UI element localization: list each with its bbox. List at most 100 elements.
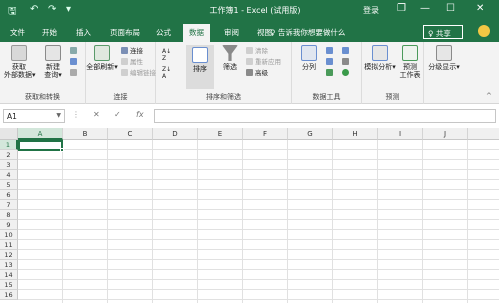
filter-button[interactable]: 筛选 <box>218 45 242 71</box>
get-external-data-button[interactable]: 获取 外部数据▾ <box>4 45 36 79</box>
column-header-h[interactable]: H <box>333 128 378 140</box>
formula-bar: A1 ▼ ⋮ ✕ ✓ fx <box>0 106 499 126</box>
formula-bar-divider: ⋮ <box>72 110 80 119</box>
sort-button[interactable]: 排序 <box>186 45 214 89</box>
maximize-icon[interactable]: ☐ <box>446 3 455 14</box>
row-header-4[interactable]: 4 <box>0 170 18 180</box>
row-header-15[interactable]: 15 <box>0 280 18 290</box>
column-header-e[interactable]: E <box>198 128 243 140</box>
text-to-columns-button[interactable]: 分列 <box>298 45 320 71</box>
data-validation-icon[interactable] <box>326 69 335 78</box>
row-header-9[interactable]: 9 <box>0 220 18 230</box>
recent-sources-icon[interactable] <box>70 69 79 78</box>
feedback-smiley-icon[interactable] <box>478 25 490 37</box>
outline-button[interactable]: 分级显示▾ <box>426 45 462 71</box>
column-header-f[interactable]: F <box>243 128 288 140</box>
row-header-11[interactable]: 11 <box>0 240 18 250</box>
tab-insert[interactable]: 插入 <box>76 27 91 38</box>
row-gridline <box>18 249 499 250</box>
cancel-icon[interactable]: ✕ <box>93 110 100 119</box>
minimize-icon[interactable]: — <box>420 3 430 14</box>
row-header-10[interactable]: 10 <box>0 230 18 240</box>
row-gridline <box>18 289 499 290</box>
row-header-1[interactable]: 1 <box>0 140 18 150</box>
tab-page-layout[interactable]: 页面布局 <box>110 27 140 38</box>
tab-review[interactable]: 审阅 <box>224 27 239 38</box>
column-header-partial[interactable] <box>468 128 499 140</box>
column-header-a[interactable]: A <box>18 128 63 140</box>
fill-handle[interactable] <box>60 148 64 152</box>
row-header-2[interactable]: 2 <box>0 150 18 160</box>
row-header-3[interactable]: 3 <box>0 160 18 170</box>
enter-icon[interactable]: ✓ <box>114 110 121 119</box>
collapse-ribbon-icon[interactable]: ^ <box>486 92 492 101</box>
sort-ascending-icon[interactable]: A↓ Z <box>162 48 171 62</box>
reapply-button[interactable]: 重新应用 <box>246 58 281 67</box>
forecast-sheet-button[interactable]: 预测 工作表 <box>398 45 422 79</box>
column-header-b[interactable]: B <box>63 128 108 140</box>
consolidate-icon[interactable] <box>342 47 351 56</box>
row-gridline <box>18 179 499 180</box>
row-header-7[interactable]: 7 <box>0 200 18 210</box>
active-cell-a1[interactable] <box>18 140 63 151</box>
row-header-13[interactable]: 13 <box>0 260 18 270</box>
redo-icon[interactable]: ↷ <box>48 4 56 15</box>
refresh-icon <box>94 45 110 61</box>
sort-descending-icon[interactable]: Z↓ A <box>162 66 171 80</box>
relationships-icon[interactable] <box>342 58 351 67</box>
column-header-c[interactable]: C <box>108 128 153 140</box>
ribbon-display-icon[interactable]: ❐ <box>397 3 406 14</box>
clear-button[interactable]: 清除 <box>246 47 268 56</box>
tab-home[interactable]: 开始 <box>42 27 57 38</box>
outline-icon <box>436 45 452 61</box>
advanced-button[interactable]: 高级 <box>246 69 268 78</box>
row-gridline <box>18 169 499 170</box>
group-label-connections: 连接 <box>113 93 128 101</box>
flash-fill-icon[interactable] <box>326 47 335 56</box>
row-gridline <box>18 219 499 220</box>
properties-button[interactable]: 属性 <box>121 58 143 67</box>
select-all-corner[interactable] <box>0 128 18 140</box>
insert-function-icon[interactable]: fx <box>136 110 144 119</box>
row-header-5[interactable]: 5 <box>0 180 18 190</box>
worksheet-grid[interactable]: ABCDEFGHIJ 1 2 3 4 5 6 7 8 9 10 11 12 13 14 15 16 <box>0 128 499 303</box>
row-header-8[interactable]: 8 <box>0 210 18 220</box>
tab-data[interactable]: 数据 <box>183 24 210 42</box>
refresh-all-button[interactable]: 全部刷新▾ <box>86 45 118 71</box>
column-header-i[interactable]: I <box>378 128 423 140</box>
customize-qat-icon[interactable]: ▾ <box>66 4 71 15</box>
close-icon[interactable]: ✕ <box>476 3 484 14</box>
tell-me-search[interactable]: ♀ 告诉我你想要做什么 <box>270 27 345 38</box>
row-header-12[interactable]: 12 <box>0 250 18 260</box>
sort-icon <box>192 47 208 63</box>
manage-data-model-icon[interactable] <box>342 69 351 78</box>
share-button[interactable]: ♀ 共享 <box>423 25 463 39</box>
group-outline: 分级显示▾ <box>424 42 484 104</box>
undo-icon[interactable]: ↶ <box>30 4 38 15</box>
what-if-analysis-button[interactable]: 模拟分析▾ <box>364 45 396 71</box>
connections-button[interactable]: 连接 <box>121 47 143 56</box>
ribbon-tabs: 文件 开始 插入 页面布局 公式 数据 审阅 视图 ♀ 告诉我你想要做什么 ♀ … <box>0 22 499 42</box>
column-header-g[interactable]: G <box>288 128 333 140</box>
column-header-d[interactable]: D <box>153 128 198 140</box>
edit-links-button[interactable]: 编辑链接 <box>121 69 156 78</box>
formula-input[interactable] <box>154 109 496 123</box>
login-link[interactable]: 登录 <box>363 5 379 16</box>
remove-duplicates-icon[interactable] <box>326 58 335 67</box>
name-box[interactable]: A1 ▼ <box>3 109 65 123</box>
text-to-columns-icon <box>301 45 317 61</box>
row-header-16[interactable]: 16 <box>0 290 18 300</box>
from-table-icon[interactable] <box>70 58 79 67</box>
tab-file[interactable]: 文件 <box>10 27 25 38</box>
show-queries-icon[interactable] <box>70 47 79 56</box>
tab-formulas[interactable]: 公式 <box>156 27 171 38</box>
save-icon[interactable]: 🖫 <box>8 4 17 21</box>
clear-icon <box>246 47 253 54</box>
row-gridline <box>18 299 499 300</box>
name-box-dropdown-icon[interactable]: ▼ <box>56 112 61 119</box>
new-query-button[interactable]: 新建 查询▾ <box>40 45 66 79</box>
column-header-j[interactable]: J <box>423 128 468 140</box>
row-header-14[interactable]: 14 <box>0 270 18 280</box>
reapply-icon <box>246 58 253 65</box>
row-header-6[interactable]: 6 <box>0 190 18 200</box>
